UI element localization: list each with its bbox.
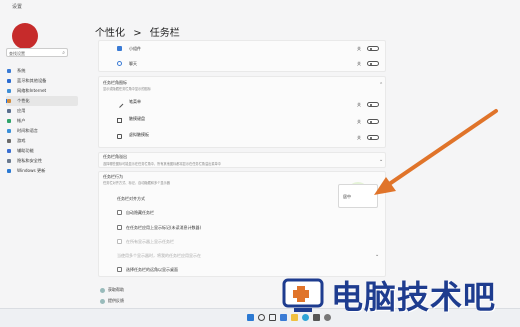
all-displays-checkbox[interactable] bbox=[117, 239, 122, 244]
corner-icons-panel: 任务栏角图标 显示或隐藏任务栏角中显示的图标 ⌃ 笔菜单 关 触摸键盘 关 虚拟… bbox=[98, 76, 386, 148]
chat-label: 聊天 bbox=[129, 61, 137, 66]
title-bar: 设置 bbox=[0, 0, 520, 18]
touch-keyboard-label: 触摸键盘 bbox=[129, 116, 145, 121]
pen-menu-state: 关 bbox=[357, 102, 361, 107]
sidebar-item-label: 蓝牙和其他设备 bbox=[17, 78, 47, 83]
multi-display-label: 当使用多个显示器时，将我的任务栏应用显示在 bbox=[117, 253, 201, 258]
autohide-label: 自动隐藏任务栏 bbox=[126, 210, 154, 215]
breadcrumb: 个性化 > 任务栏 bbox=[95, 24, 185, 39]
page-title: 任务栏 bbox=[149, 28, 180, 39]
chevron-down-icon[interactable]: ⌄ bbox=[375, 252, 379, 258]
sidebar-item-accessibility[interactable]: 辅助功能 bbox=[6, 146, 78, 156]
sidebar-item-label: 辅助功能 bbox=[17, 148, 34, 153]
sidebar-item-label: 应用 bbox=[17, 108, 26, 113]
feedback-link[interactable]: 提供反馈 bbox=[100, 298, 124, 304]
sidebar-item-time-language[interactable]: 时间和语言 bbox=[6, 126, 78, 136]
sidebar-item-gaming[interactable]: 游戏 bbox=[6, 136, 78, 146]
far-corner-checkbox[interactable] bbox=[117, 267, 122, 272]
breadcrumb-separator: > bbox=[133, 28, 142, 39]
breadcrumb-parent[interactable]: 个性化 bbox=[95, 28, 125, 39]
sidebar-item-network[interactable]: 网络和Internet bbox=[6, 86, 78, 96]
touchpad-icon bbox=[117, 134, 122, 139]
badges-label: 在任务栏应用上显示标记(未读消息计数器) bbox=[126, 225, 202, 230]
widgets-icon bbox=[117, 46, 122, 51]
feedback-label: 提供反馈 bbox=[108, 298, 124, 303]
widgets-toggle[interactable] bbox=[367, 46, 379, 51]
sidebar-item-bluetooth[interactable]: 蓝牙和其他设备 bbox=[6, 76, 78, 86]
monitor-icon bbox=[7, 69, 11, 73]
sidebar-item-label: 隐私和安全性 bbox=[17, 158, 43, 163]
behaviors-subtitle: 任务栏对齐方式、标记、自动隐藏和多个显示器 bbox=[103, 181, 170, 185]
sidebar-item-label: 时间和语言 bbox=[17, 128, 38, 133]
sidebar-item-system[interactable]: 系统 bbox=[6, 66, 78, 76]
keyboard-icon bbox=[117, 118, 122, 123]
shield-icon bbox=[7, 159, 11, 163]
sidebar: 查找设置 ⌕ 系统 蓝牙和其他设备 网络和Internet 个性化 应用 帐户 … bbox=[0, 18, 80, 308]
chat-state: 关 bbox=[357, 61, 361, 66]
bluetooth-icon bbox=[7, 79, 11, 83]
clock-icon bbox=[7, 129, 11, 133]
watermark: 电脑技术吧 bbox=[278, 272, 514, 320]
sidebar-item-label: 网络和Internet bbox=[17, 88, 47, 93]
watermark-text: 电脑技术吧 bbox=[331, 278, 497, 316]
sidebar-item-privacy[interactable]: 隐私和安全性 bbox=[6, 156, 78, 166]
app-title: 设置 bbox=[12, 4, 23, 10]
sidebar-item-label: 帐户 bbox=[17, 118, 26, 123]
sidebar-nav: 系统 蓝牙和其他设备 网络和Internet 个性化 应用 帐户 时间和语言 游… bbox=[6, 66, 78, 176]
account-icon bbox=[7, 119, 11, 123]
feedback-icon bbox=[100, 298, 105, 304]
sidebar-item-accounts[interactable]: 帐户 bbox=[6, 116, 78, 126]
alignment-value: 居中 bbox=[343, 194, 351, 199]
search-icon: ⌕ bbox=[62, 50, 65, 56]
sidebar-item-label: 游戏 bbox=[17, 138, 26, 143]
all-displays-label: 在所有显示器上显示任务栏 bbox=[126, 239, 174, 244]
chevron-up-icon[interactable]: ⌃ bbox=[379, 82, 383, 88]
settings-window: 设置 查找设置 ⌕ 系统 蓝牙和其他设备 网络和Internet 个性化 应用 … bbox=[0, 0, 520, 327]
search-placeholder: 查找设置 bbox=[9, 51, 25, 56]
far-corner-label: 选择任务栏的远角以显示桌面 bbox=[126, 267, 178, 272]
virtual-touchpad-state: 关 bbox=[357, 135, 361, 140]
sidebar-item-apps[interactable]: 应用 bbox=[6, 106, 78, 116]
sidebar-item-label: Windows 更新 bbox=[17, 168, 46, 173]
widgets-label: 小组件 bbox=[129, 46, 141, 51]
task-view-icon[interactable] bbox=[269, 314, 276, 321]
accessibility-icon bbox=[7, 149, 11, 153]
sidebar-item-label: 个性化 bbox=[17, 98, 30, 103]
autohide-checkbox[interactable] bbox=[117, 210, 122, 215]
watermark-logo-icon bbox=[282, 278, 324, 312]
pen-menu-label: 笔菜单 bbox=[129, 99, 141, 104]
alignment-label: 任务栏对齐方式 bbox=[117, 196, 145, 201]
widgets-state: 关 bbox=[357, 46, 361, 51]
overflow-panel[interactable]: 任务栏角溢出 选择哪些图标可能显示在任务栏角中，所有其他图标都将显示在任务栏角溢… bbox=[98, 152, 386, 168]
taskbar-items-panel: 小组件 关 聊天 关 bbox=[98, 40, 386, 72]
overflow-subtitle: 选择哪些图标可能显示在任务栏角中，所有其他图标都将显示在任务栏角溢出菜单中 bbox=[103, 162, 221, 166]
pen-icon bbox=[115, 100, 124, 108]
badges-checkbox[interactable] bbox=[117, 225, 122, 230]
sidebar-item-personalization[interactable]: 个性化 bbox=[6, 96, 78, 106]
touch-keyboard-state: 关 bbox=[357, 119, 361, 124]
corner-icons-subtitle: 显示或隐藏任务栏角中显示的图标 bbox=[103, 87, 151, 91]
avatar[interactable] bbox=[12, 23, 38, 49]
search-icon[interactable] bbox=[258, 314, 265, 321]
search-input[interactable]: 查找设置 ⌕ bbox=[6, 48, 68, 57]
apps-icon bbox=[7, 109, 11, 113]
help-icon bbox=[100, 287, 105, 293]
network-icon bbox=[7, 89, 11, 93]
get-help-label: 获取帮助 bbox=[108, 287, 124, 292]
chat-icon bbox=[117, 61, 122, 66]
virtual-touchpad-label: 虚拟触摸板 bbox=[129, 132, 149, 137]
annotation-arrow bbox=[374, 109, 498, 195]
sidebar-item-label: 系统 bbox=[17, 68, 26, 73]
gamepad-icon bbox=[7, 139, 11, 143]
brush-icon bbox=[7, 99, 11, 103]
get-help-link[interactable]: 获取帮助 bbox=[100, 287, 124, 293]
update-icon bbox=[7, 169, 11, 173]
sidebar-item-windows-update[interactable]: Windows 更新 bbox=[6, 166, 78, 176]
start-icon[interactable] bbox=[247, 314, 254, 321]
overflow-title: 任务栏角溢出 bbox=[103, 154, 127, 159]
chat-toggle[interactable] bbox=[367, 61, 379, 66]
